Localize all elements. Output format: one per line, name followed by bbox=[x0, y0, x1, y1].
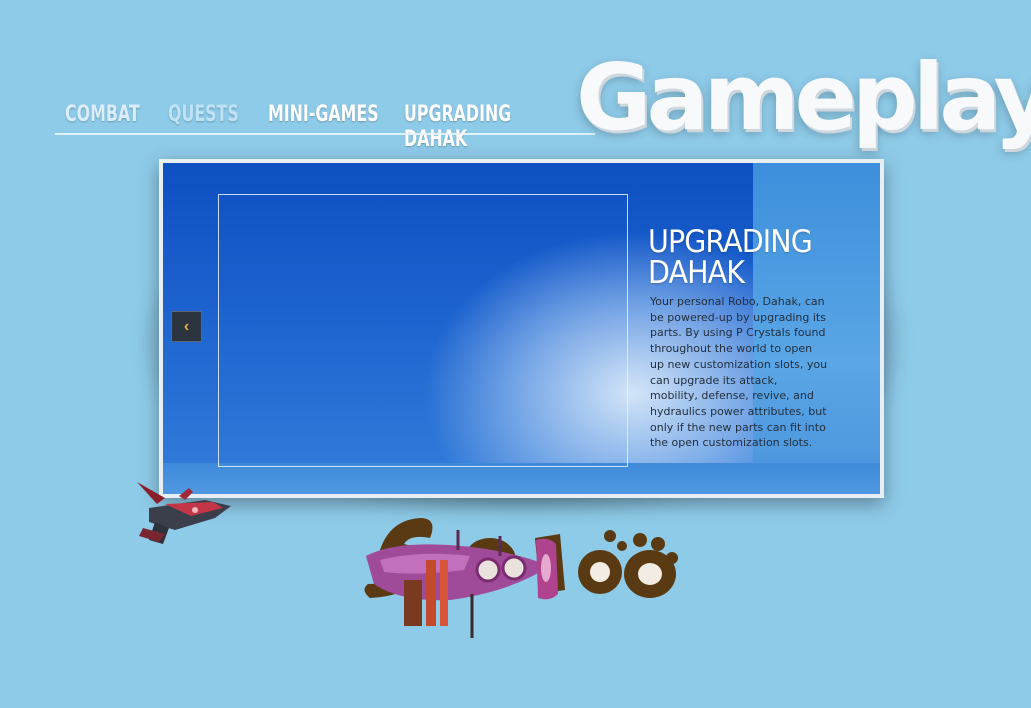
previous-button[interactable]: ‹ bbox=[171, 311, 202, 342]
nav-item-mini-games[interactable]: MINI-GAMES bbox=[268, 102, 379, 127]
chevron-left-icon: ‹ bbox=[183, 317, 190, 335]
nav-item-combat[interactable]: COMBAT bbox=[65, 102, 140, 127]
media-frame[interactable] bbox=[218, 194, 628, 467]
nav-divider bbox=[55, 133, 595, 135]
nav-item-upgrading-dahak[interactable]: UPGRADING DAHAK bbox=[404, 102, 556, 152]
nav-item-quests[interactable]: QUESTS bbox=[168, 102, 239, 127]
panel-heading-line2: DAHAK bbox=[648, 255, 745, 291]
small-airship-image bbox=[137, 482, 231, 544]
panel-inner: ‹ UPGRADING DAHAK Your personal Robo, Da… bbox=[163, 163, 880, 494]
content-panel: ‹ UPGRADING DAHAK Your personal Robo, Da… bbox=[159, 159, 884, 498]
section-nav: COMBAT QUESTS MINI-GAMES UPGRADING DAHAK bbox=[55, 100, 615, 152]
panel-heading-line1: UPGRADING bbox=[648, 224, 813, 260]
panel-bottom-strip bbox=[163, 463, 880, 494]
panel-heading: UPGRADING DAHAK bbox=[648, 227, 841, 289]
page-title: Gameplay bbox=[576, 44, 1031, 151]
game-logo-image bbox=[364, 518, 678, 638]
panel-body-text: Your personal Robo, Dahak, can be powere… bbox=[650, 295, 828, 450]
